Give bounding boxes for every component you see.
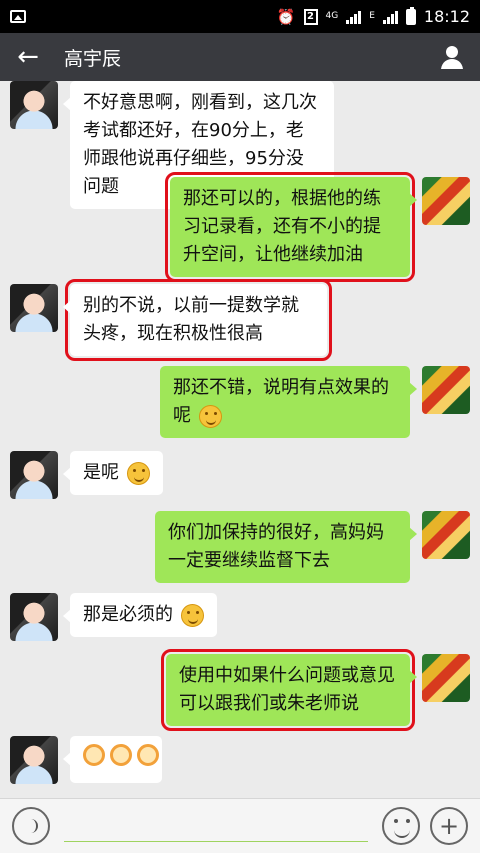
signal-icon (346, 10, 362, 24)
ok-hand-icon (83, 744, 105, 766)
ok-hand-icon (110, 744, 132, 766)
message-bubble[interactable]: 那还不错，说明有点效果的呢 (160, 366, 417, 438)
ok-hand-icon (137, 744, 159, 766)
avatar[interactable] (422, 654, 470, 702)
message-bubble[interactable]: 是呢 (63, 451, 163, 495)
back-button[interactable]: ← (0, 33, 56, 81)
message-row: 你们加保持的很好，高妈妈一定要继续监督下去 (155, 511, 470, 583)
message-bubble[interactable]: 使用中如果什么问题或意见可以跟我们或朱老师说 (161, 649, 417, 731)
voice-icon (24, 819, 38, 833)
message-text: 是呢 (83, 462, 119, 483)
emoji-button[interactable] (382, 807, 420, 845)
smile-emoji-icon (126, 461, 150, 485)
avatar[interactable] (422, 177, 470, 225)
message-bubble[interactable]: 你们加保持的很好，高妈妈一定要继续监督下去 (155, 511, 417, 583)
message-row: 是呢 (10, 451, 163, 499)
network-label: 4G (325, 11, 339, 21)
message-bubble[interactable]: 那是必须的 (63, 593, 217, 637)
app-bar: ← 高宇辰 (0, 33, 480, 81)
message-row: 那还可以的，根据他的练习记录看，还有不小的提升空间，让他继续加油 (165, 172, 470, 282)
chat-area[interactable]: 不好意思啊，刚看到，这几次考试都还好，在90分上，老师跟他说再仔细些，95分没问… (0, 81, 480, 798)
thinking-emoji-icon (198, 404, 222, 428)
message-row (10, 736, 162, 784)
avatar[interactable] (10, 736, 58, 784)
message-row: 别的不说，以前一提数学就头疼，现在积极性很高 (10, 279, 332, 361)
status-time: 18:12 (423, 7, 470, 26)
message-text: 那是必须的 (83, 604, 173, 625)
message-bubble[interactable]: 那还可以的，根据他的练习记录看，还有不小的提升空间，让他继续加油 (165, 172, 417, 282)
network-type-label: E (369, 11, 375, 21)
avatar[interactable] (10, 81, 58, 129)
message-bubble[interactable] (63, 736, 162, 783)
battery-icon (405, 6, 416, 25)
contact-info-button[interactable] (424, 33, 480, 81)
chat-title: 高宇辰 (64, 47, 122, 70)
avatar[interactable] (422, 511, 470, 559)
message-row: 使用中如果什么问题或意见可以跟我们或朱老师说 (161, 649, 470, 731)
arrow-left-icon: ← (17, 42, 39, 72)
more-button[interactable]: + (430, 807, 468, 845)
voice-button[interactable] (12, 807, 50, 845)
message-row: 那是必须的 (10, 593, 217, 641)
avatar[interactable] (10, 451, 58, 499)
message-bubble[interactable]: 别的不说，以前一提数学就头疼，现在积极性很高 (63, 279, 332, 361)
message-row: 那还不错，说明有点效果的呢 (160, 366, 470, 438)
signal-icon (382, 10, 398, 24)
message-input[interactable] (64, 810, 368, 842)
status-bar: ⏰ 2 4G E 18:12 (0, 0, 480, 33)
user-icon (441, 46, 463, 69)
smile-emoji-icon (180, 603, 204, 627)
avatar[interactable] (422, 366, 470, 414)
alarm-icon: ⏰ (276, 7, 296, 26)
ok-emoji-icons (83, 744, 159, 766)
chat-input-bar: + (0, 798, 480, 853)
avatar[interactable] (10, 284, 58, 332)
image-icon (10, 10, 26, 23)
sim-icon: 2 (303, 8, 318, 25)
plus-icon: + (438, 812, 460, 840)
avatar[interactable] (10, 593, 58, 641)
